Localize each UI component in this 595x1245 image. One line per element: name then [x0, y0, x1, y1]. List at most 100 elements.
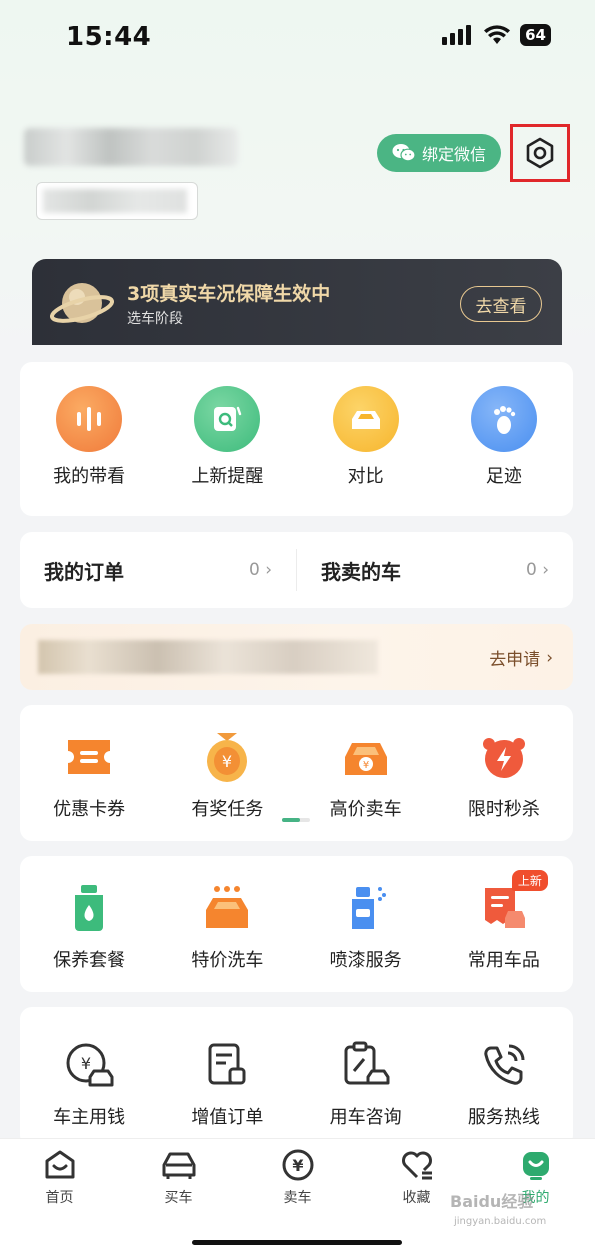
banner-subtitle: 选车阶段 — [127, 311, 183, 327]
bind-wechat-button[interactable]: 绑定微信 — [377, 134, 501, 172]
svg-text:¥: ¥ — [362, 760, 368, 771]
watermark-url: jingyan.baidu.com — [454, 1216, 547, 1227]
tab-buy-car[interactable]: 买车 — [119, 1139, 238, 1245]
quick-action-label: 足迹 — [485, 466, 522, 487]
sell-car-icon: ¥ — [338, 729, 394, 785]
quick-action-footprint[interactable]: 足迹 — [435, 386, 573, 516]
orders-card: 我的订单 0 › 我卖的车 0 › — [20, 532, 573, 608]
tab-label: 卖车 — [283, 1190, 312, 1206]
home-indicator — [192, 1240, 402, 1245]
apply-link[interactable]: 去申请 › — [489, 645, 553, 671]
sold-cars-count: 0 › — [525, 560, 549, 580]
quick-action-compare[interactable]: 对比 — [297, 386, 435, 516]
service-sell-car[interactable]: ¥ 高价卖车 — [297, 729, 435, 841]
blurred-username — [24, 128, 238, 166]
loan-banner[interactable]: 去申请 › — [20, 624, 573, 690]
carousel-indicator — [282, 818, 310, 822]
service-label: 车主用钱 — [53, 1107, 126, 1128]
maintenance-bottle-icon — [61, 880, 117, 936]
buy-car-icon — [162, 1152, 195, 1179]
service-label: 高价卖车 — [329, 799, 402, 820]
service-car-wash[interactable]: 特价洗车 — [158, 880, 296, 992]
guarantee-banner[interactable]: 3项真实车况保障生效中 选车阶段 去查看 — [32, 259, 562, 345]
battery-indicator: 64 — [520, 24, 551, 46]
my-orders-count: 0 › — [248, 560, 272, 580]
owner-loan-icon: ¥ — [61, 1037, 117, 1093]
services-card-3: ¥ 车主用钱 增值订单 用车咨询 服务热线 — [20, 1007, 573, 1147]
service-label: 喷漆服务 — [329, 950, 402, 971]
service-reward-tasks[interactable]: ¥ 有奖任务 — [158, 729, 296, 841]
flash-sale-icon — [476, 729, 532, 785]
service-label: 保养套餐 — [53, 950, 126, 971]
quick-actions-card: 我的带看 上新提醒 对比 足迹 — [20, 362, 573, 516]
wechat-icon — [392, 144, 416, 162]
coupon-icon — [61, 729, 117, 785]
tab-label: 首页 — [45, 1190, 74, 1206]
quick-action-label: 上新提醒 — [191, 466, 264, 487]
services-card-2: 保养套餐 特价洗车 喷漆服务 上新 常用车品 — [20, 856, 573, 992]
quick-action-label: 对比 — [347, 466, 384, 487]
sound-wave-icon — [56, 386, 123, 452]
service-car-products[interactable]: 上新 常用车品 — [435, 870, 573, 992]
tab-label: 买车 — [164, 1190, 193, 1206]
banner-view-button[interactable]: 去查看 — [460, 286, 542, 322]
banner-title: 3项真实车况保障生效中 — [127, 283, 331, 305]
blurred-loan-text — [38, 640, 378, 674]
service-maintenance[interactable]: 保养套餐 — [20, 880, 158, 992]
settings-hexagon-icon — [526, 137, 554, 169]
svg-text:¥: ¥ — [81, 1054, 91, 1073]
reward-coin-icon: ¥ — [199, 729, 255, 785]
watermark: Baidu经验 — [450, 1192, 534, 1211]
home-icon — [45, 1150, 74, 1179]
apply-label: 去申请 — [489, 650, 541, 670]
my-orders-label: 我的订单 — [44, 559, 124, 584]
service-coupons[interactable]: 优惠卡券 — [20, 729, 158, 841]
status-icons: 64 — [442, 24, 551, 46]
service-owner-loan[interactable]: ¥ 车主用钱 — [20, 1037, 158, 1147]
service-label: 增值订单 — [191, 1107, 264, 1128]
service-label: 有奖任务 — [191, 799, 264, 820]
cellular-signal-icon — [442, 25, 472, 45]
service-label: 用车咨询 — [329, 1107, 402, 1128]
service-spray-paint[interactable]: 喷漆服务 — [297, 880, 435, 992]
service-flash-sale[interactable]: 限时秒杀 — [435, 729, 573, 841]
service-value-orders[interactable]: 增值订单 — [158, 1037, 296, 1147]
hotline-phone-icon — [476, 1037, 532, 1093]
quick-action-label: 我的带看 — [53, 466, 126, 487]
new-alert-icon — [194, 386, 261, 452]
car-wash-icon — [199, 880, 255, 936]
car-products-icon: 上新 — [476, 870, 548, 936]
profile-icon — [522, 1152, 549, 1180]
bind-wechat-label: 绑定微信 — [421, 145, 486, 164]
consult-icon — [338, 1037, 394, 1093]
blurred-user-tag — [36, 182, 198, 220]
sold-cars-entry[interactable]: 我卖的车 0 › — [297, 532, 573, 608]
tab-sell-car[interactable]: ¥ 卖车 — [238, 1139, 357, 1245]
planet-badge-icon — [50, 283, 114, 323]
quick-action-viewing[interactable]: 我的带看 — [20, 386, 158, 516]
svg-text:¥: ¥ — [292, 1156, 303, 1175]
footprint-icon — [470, 386, 537, 452]
wifi-icon — [484, 25, 511, 44]
service-label: 限时秒杀 — [467, 799, 540, 820]
compare-car-icon — [332, 386, 399, 452]
svg-text:¥: ¥ — [222, 752, 232, 771]
status-time: 15:44 — [66, 22, 152, 52]
my-orders-entry[interactable]: 我的订单 0 › — [20, 532, 296, 608]
service-label: 特价洗车 — [191, 950, 264, 971]
tab-home[interactable]: 首页 — [0, 1139, 119, 1245]
quick-action-new-alert[interactable]: 上新提醒 — [158, 386, 296, 516]
spray-paint-icon — [338, 880, 394, 936]
value-order-icon — [199, 1037, 255, 1093]
sell-yen-icon: ¥ — [282, 1149, 313, 1181]
service-consult[interactable]: 用车咨询 — [297, 1037, 435, 1147]
sold-cars-label: 我卖的车 — [321, 559, 401, 584]
favorite-icon — [401, 1151, 432, 1180]
service-hotline[interactable]: 服务热线 — [435, 1037, 573, 1147]
service-label: 优惠卡券 — [53, 799, 126, 820]
chevron-right-icon: › — [265, 560, 272, 580]
settings-button[interactable] — [510, 124, 570, 182]
service-label: 常用车品 — [467, 950, 540, 971]
chevron-right-icon: › — [546, 647, 553, 668]
service-label: 服务热线 — [467, 1107, 540, 1128]
